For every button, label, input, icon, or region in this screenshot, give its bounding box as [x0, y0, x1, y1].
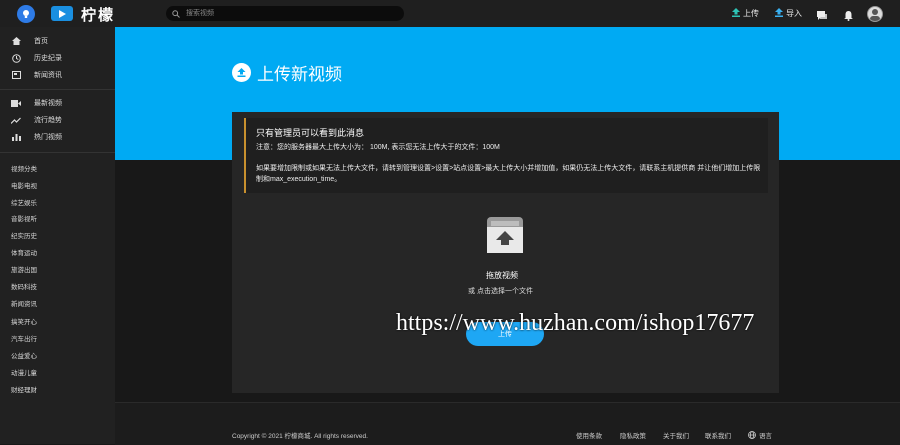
menu-bulb-icon[interactable] [17, 5, 35, 23]
category-link[interactable]: 纪实历史 [11, 230, 37, 240]
sidebar-divider [0, 89, 115, 90]
logo-text[interactable]: 柠檬 [81, 4, 115, 25]
watermark-text: https://www.huzhan.com/ishop17677 [396, 310, 755, 336]
search-bar[interactable] [166, 6, 404, 21]
category-link[interactable]: 搞笑开心 [11, 316, 37, 326]
footer-link-about[interactable]: 关于我们 [663, 430, 689, 440]
category-link[interactable]: 体育运动 [11, 247, 37, 257]
sidebar-item-label: 最新视频 [34, 100, 62, 107]
sidebar-item-label: 新闻资讯 [34, 72, 62, 79]
notice-title: 只有管理员可以看到此消息 [256, 128, 365, 138]
category-link[interactable]: 音影视听 [11, 213, 37, 223]
language-label: 语言 [759, 433, 772, 440]
sidebar-item-label: 历史纪录 [34, 55, 62, 62]
footer-link-terms[interactable]: 使用条款 [576, 430, 602, 440]
notification-bell-icon[interactable] [844, 8, 853, 26]
upload-icon [732, 8, 740, 19]
sidebar-item-label: 热门视频 [34, 134, 62, 141]
history-icon [10, 53, 22, 63]
sidebar-item-news[interactable]: 新闻资讯 [10, 69, 62, 81]
category-header: 视频分类 [11, 166, 37, 173]
footer-link-contact[interactable]: 联系我们 [705, 430, 731, 440]
category-link[interactable]: 电影电视 [11, 180, 37, 190]
search-input[interactable] [184, 9, 388, 18]
category-link[interactable]: 汽车出行 [11, 333, 37, 343]
category-link[interactable]: 旅游出国 [11, 264, 37, 274]
sidebar-item-home[interactable]: 首页 [10, 35, 48, 47]
page-title: 上传新视频 [232, 60, 342, 85]
dropzone-select-file-link[interactable]: 或 点击选择一个文件 [468, 286, 533, 296]
copyright-text: Copyright © 2021 柠檬商城. All rights reserv… [232, 433, 368, 440]
import-label: 导入 [786, 9, 802, 18]
category-link[interactable]: 数码科技 [11, 281, 37, 291]
upload-header-button[interactable]: 上传 [732, 8, 759, 19]
home-icon [10, 37, 22, 45]
dropzone-title: 拖放视频 [486, 271, 518, 280]
upload-label: 上传 [743, 9, 759, 18]
admin-notice: 只有管理员可以看到此消息 注意：您的服务器最大上传大小为： 100M, 表示您无… [244, 118, 768, 193]
user-avatar[interactable] [867, 6, 883, 22]
page-title-text: 上传新视频 [257, 65, 342, 84]
notice-limit-text: 注意：您的服务器最大上传大小为： 100M, 表示您无法上传大于的文件：100M [256, 144, 500, 151]
category-link[interactable]: 综艺娱乐 [11, 197, 37, 207]
video-icon [10, 99, 22, 107]
sidebar-item-trending[interactable]: 流行趋势 [10, 114, 62, 126]
import-icon [775, 8, 783, 19]
sidebar-item-latest[interactable]: 最新视频 [10, 97, 62, 109]
sidebar-item-history[interactable]: 历史纪录 [10, 52, 62, 64]
dropzone-upload-icon[interactable] [487, 217, 523, 253]
logo-play-icon[interactable] [51, 6, 73, 21]
search-icon [172, 9, 180, 18]
globe-icon [748, 431, 756, 439]
upload-circle-icon [232, 63, 251, 82]
category-link[interactable]: 财经理财 [11, 384, 37, 394]
category-link[interactable]: 动漫儿童 [11, 367, 37, 377]
chart-icon [10, 133, 22, 141]
import-button[interactable]: 导入 [775, 8, 802, 19]
sidebar-item-popular[interactable]: 热门视频 [10, 131, 62, 143]
footer-link-privacy[interactable]: 隐私政策 [620, 430, 646, 440]
sidebar-divider [0, 152, 115, 153]
notice-help-text: 如果要增加限制或如果无法上传大文件，请转到管理设置>设置>站点设置>最大上传大小… [256, 165, 761, 183]
language-selector[interactable]: 语言 [748, 430, 772, 440]
top-bar: 柠檬 上传 导入 [0, 0, 900, 27]
sidebar-item-label: 首页 [34, 38, 48, 45]
news-icon [10, 71, 22, 79]
category-link[interactable]: 新闻资讯 [11, 298, 37, 308]
category-link[interactable]: 公益爱心 [11, 350, 37, 360]
sidebar-item-label: 流行趋势 [34, 117, 62, 124]
messages-icon[interactable] [817, 8, 827, 26]
trending-icon [10, 117, 22, 124]
